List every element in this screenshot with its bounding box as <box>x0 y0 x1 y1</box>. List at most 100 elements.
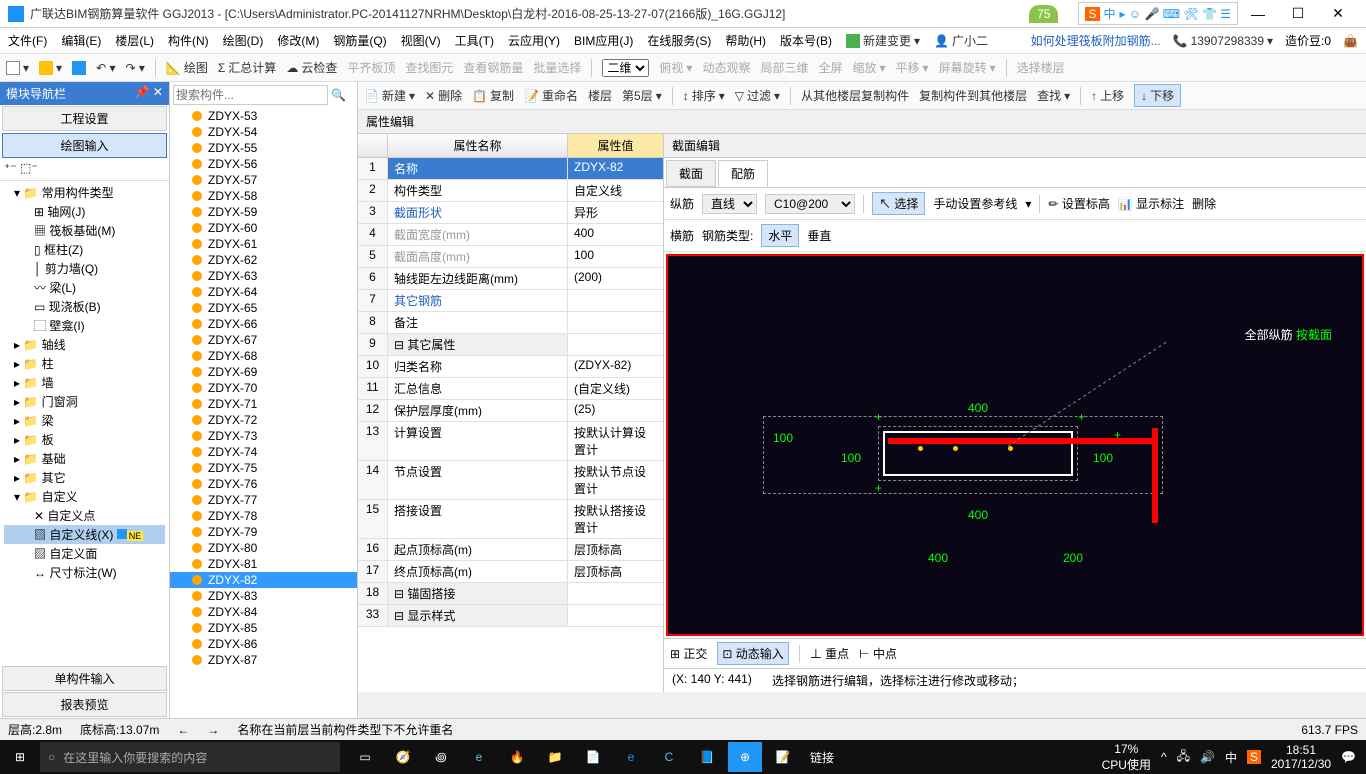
lookup-button[interactable]: 查找 ▾ <box>1037 87 1070 104</box>
list-item[interactable]: ZDYX-80 <box>170 540 357 556</box>
tray-net-icon[interactable]: 🖧 <box>1177 747 1190 768</box>
menu-cloud[interactable]: 云应用(Y) <box>508 32 560 49</box>
table-row[interactable]: 18⊟ 锚固搭接 <box>358 583 663 605</box>
draw-input-button[interactable]: 绘图输入 <box>2 133 167 158</box>
tree-item[interactable]: ▦ 筏板基础(M) <box>4 221 165 240</box>
list-item[interactable]: ZDYX-84 <box>170 604 357 620</box>
tab-section[interactable]: 截面 <box>666 160 716 187</box>
tray-up-icon[interactable]: ^ <box>1161 750 1167 764</box>
list-item[interactable]: ZDYX-70 <box>170 380 357 396</box>
menu-rebar[interactable]: 钢筋量(Q) <box>333 32 386 49</box>
list-item[interactable]: ZDYX-86 <box>170 636 357 652</box>
minimize-button[interactable]: — <box>1238 2 1278 26</box>
list-item[interactable]: ZDYX-61 <box>170 236 357 252</box>
table-row[interactable]: 14 节点设置按默认节点设置计 <box>358 461 663 500</box>
help-link[interactable]: 如何处理筏板附加钢筋... <box>1031 32 1161 49</box>
list-item[interactable]: ZDYX-67 <box>170 332 357 348</box>
section-canvas[interactable]: 全部纵筋 按截面 400 400 100 100 100 400 200 <box>666 254 1364 636</box>
list-item[interactable]: ZDYX-75 <box>170 460 357 476</box>
list-item[interactable]: ZDYX-57 <box>170 172 357 188</box>
project-settings-button[interactable]: 工程设置 <box>2 106 167 131</box>
menu-file[interactable]: 文件(F) <box>8 32 47 49</box>
zoom-button[interactable]: 缩放 ▾ <box>852 59 885 76</box>
ortho-button[interactable]: ⊞ 正交 <box>670 645 707 662</box>
menu-component[interactable]: 构件(N) <box>168 32 209 49</box>
filter-button[interactable]: ▽过滤 ▾ <box>735 87 780 104</box>
table-row[interactable]: 7其它钢筋 <box>358 290 663 312</box>
menu-tools[interactable]: 工具(T) <box>455 32 494 49</box>
menu-version[interactable]: 版本号(B) <box>780 32 832 49</box>
list-item[interactable]: ZDYX-77 <box>170 492 357 508</box>
table-row[interactable]: 3截面形状异形 <box>358 202 663 224</box>
manual-line-button[interactable]: 手动设置参考线 <box>933 195 1017 212</box>
table-row[interactable]: 17 终点顶标高(m)层顶标高 <box>358 561 663 583</box>
list-item[interactable]: ZDYX-79 <box>170 524 357 540</box>
view-rebar-button[interactable]: 查看钢筋量 <box>463 59 523 76</box>
menu-online[interactable]: 在线服务(S) <box>647 32 711 49</box>
arrow1[interactable]: ← <box>177 723 189 737</box>
cloud-check-button[interactable]: ☁ 云检查 <box>286 59 337 76</box>
tree-item[interactable]: ↔ 尺寸标注(W) <box>4 563 165 582</box>
horiz-button[interactable]: 水平 <box>761 224 799 247</box>
list-item[interactable]: ZDYX-82 <box>170 572 357 588</box>
list-item[interactable]: ZDYX-59 <box>170 204 357 220</box>
table-row[interactable]: 5截面高度(mm)100 <box>358 246 663 268</box>
table-row[interactable]: 9⊟ 其它属性 <box>358 334 663 356</box>
tree-item[interactable]: ▨ 自定义面 <box>4 544 165 563</box>
menu-draw[interactable]: 绘图(D) <box>223 32 264 49</box>
arrow2[interactable]: → <box>207 723 219 737</box>
list-item[interactable]: ZDYX-66 <box>170 316 357 332</box>
list-item[interactable]: ZDYX-85 <box>170 620 357 636</box>
table-row[interactable]: 6轴线距左边线距离(mm)(200) <box>358 268 663 290</box>
tree-cat[interactable]: ▸ 📁 板 <box>4 430 165 449</box>
copy-to-button[interactable]: 复制构件到其他楼层 <box>919 87 1027 104</box>
tree-item[interactable]: 〰 梁(L) <box>4 278 165 297</box>
list-item[interactable]: ZDYX-83 <box>170 588 357 604</box>
table-row[interactable]: 4截面宽度(mm)400 <box>358 224 663 246</box>
delete-mark-button[interactable]: 删除 <box>1192 195 1216 212</box>
table-row[interactable]: 13 计算设置按默认计算设置计 <box>358 422 663 461</box>
list-item[interactable]: ZDYX-60 <box>170 220 357 236</box>
list-item[interactable]: ZDYX-63 <box>170 268 357 284</box>
tray-vol-icon[interactable]: 🔊 <box>1200 750 1215 764</box>
table-row[interactable]: 8备注 <box>358 312 663 334</box>
pan-button[interactable]: 平移 ▾ <box>896 59 929 76</box>
list-item[interactable]: ZDYX-87 <box>170 652 357 668</box>
view-mode-combo[interactable]: 二维 <box>602 59 649 77</box>
top-view-button[interactable]: 俯视 ▾ <box>659 59 692 76</box>
list-item[interactable]: ZDYX-54 <box>170 124 357 140</box>
align-top-button[interactable]: 平齐板顶 <box>347 59 395 76</box>
select-floor-button[interactable]: 选择楼层 <box>1017 59 1065 76</box>
tree-cat[interactable]: ▸ 📁 轴线 <box>4 335 165 354</box>
dynamic-view-button[interactable]: 动态观察 <box>702 59 750 76</box>
list-item[interactable]: ZDYX-72 <box>170 412 357 428</box>
list-item[interactable]: ZDYX-56 <box>170 156 357 172</box>
table-row[interactable]: 12 保护层厚度(mm)(25) <box>358 400 663 422</box>
tree-item[interactable]: │ 剪力墙(Q) <box>4 259 165 278</box>
close-button[interactable]: ✕ <box>1318 2 1358 26</box>
single-input-button[interactable]: 单构件输入 <box>2 666 167 691</box>
tree-item[interactable]: ▯ 框柱(Z) <box>4 240 165 259</box>
tree-cat[interactable]: ▸ 📁 其它 <box>4 468 165 487</box>
set-mark-button[interactable]: ✏ 设置标高 <box>1048 195 1109 212</box>
tree-cat[interactable]: ▾ 📁 自定义 <box>4 487 165 506</box>
menu-view[interactable]: 视图(V) <box>401 32 441 49</box>
pin-icon[interactable]: 📌 ✕ <box>135 85 163 102</box>
menu-floor[interactable]: 楼层(L) <box>115 32 154 49</box>
find-element-button[interactable]: 查找图元 <box>405 59 453 76</box>
up-button[interactable]: ↑上移 <box>1091 87 1124 104</box>
tree-item-selected[interactable]: ▧ 自定义线(X) NE <box>4 525 165 544</box>
table-row[interactable]: 11 汇总信息(自定义线) <box>358 378 663 400</box>
menu-modify[interactable]: 修改(M) <box>277 32 319 49</box>
tree-cat[interactable]: ▸ 📁 门窗洞 <box>4 392 165 411</box>
user-label[interactable]: 👤 广小二 <box>934 32 988 49</box>
show-mark-button[interactable]: 📊 显示标注 <box>1118 195 1184 212</box>
undo-icon[interactable]: ↶ ▾ <box>96 61 115 75</box>
tree-item[interactable]: ▭ 现浇板(B) <box>4 297 165 316</box>
dynamic-input-button[interactable]: ⊡ 动态输入 <box>717 642 788 665</box>
tray-s-icon[interactable]: S <box>1247 750 1261 764</box>
tree-cat[interactable]: ▸ 📁 墙 <box>4 373 165 392</box>
table-row[interactable]: 2构件类型自定义线 <box>358 180 663 202</box>
list-item[interactable]: ZDYX-73 <box>170 428 357 444</box>
tree-item[interactable]: ⬚ 壁龛(I) <box>4 316 165 335</box>
